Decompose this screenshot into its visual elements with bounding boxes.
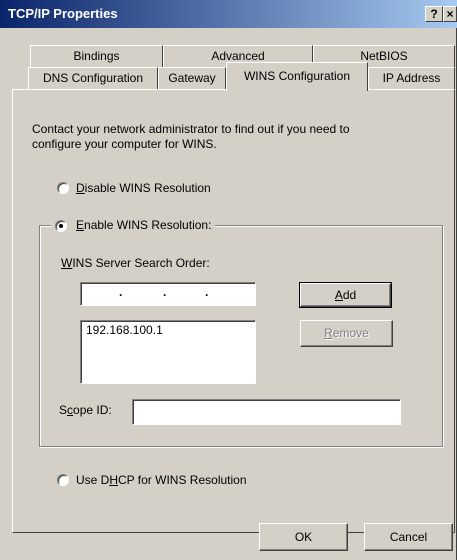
ip-dot-1: . (119, 285, 123, 299)
ip-dot-3: . (205, 285, 209, 299)
use-dhcp-mnemonic: H (109, 473, 119, 487)
enable-wins-radio-dot (59, 224, 63, 228)
enable-wins-mnemonic: E (76, 218, 85, 232)
disable-wins-mnemonic: D (76, 181, 85, 195)
tab-ip-address[interactable]: IP Address (368, 67, 455, 90)
tab-wins-configuration[interactable]: WINS Configuration (226, 62, 368, 91)
wins-server-list[interactable]: 192.168.100.1 (80, 320, 256, 384)
help-button[interactable]: ? (425, 6, 443, 22)
disable-wins-label[interactable]: Disable WINS Resolution (76, 181, 211, 195)
cancel-button[interactable]: Cancel (364, 523, 453, 551)
use-dhcp-radio[interactable] (57, 474, 69, 486)
window-title: TCP/IP Properties (8, 6, 118, 21)
scope-id-label: Scope ID: (59, 403, 112, 417)
add-mnemonic: A (334, 288, 343, 302)
wins-server-search-order-label: WINS Server Search Order: (61, 256, 210, 270)
enable-wins-caption[interactable]: Enable WINS Resolution: (51, 218, 216, 234)
disable-wins-label-text: isable WINS Resolution (84, 181, 211, 195)
scope-id-label-text: ope ID: (73, 403, 112, 417)
info-text-line1: Contact your network administrator to fi… (32, 122, 350, 136)
tcpip-properties-dialog: TCP/IP Properties ? × Bindings Advanced … (0, 0, 457, 560)
enable-wins-label[interactable]: Enable WINS Resolution: (76, 218, 211, 232)
info-text-line2: configure your computer for WINS. (32, 137, 217, 151)
enable-wins-label-text: nable WINS Resolution: (84, 218, 212, 232)
use-dhcp-prefix: Use D (76, 473, 110, 487)
add-button[interactable]: Add (299, 282, 392, 308)
tab-gateway[interactable]: Gateway (158, 67, 226, 90)
remove-button[interactable]: Remove (300, 320, 393, 347)
wins-server-ip-input[interactable]: . . . (80, 282, 256, 306)
enable-wins-radio[interactable] (55, 220, 67, 232)
title-bar[interactable]: TCP/IP Properties ? × (0, 0, 457, 28)
ok-button[interactable]: OK (259, 523, 348, 551)
disable-wins-radio[interactable] (57, 182, 69, 194)
wins-server-mnemonic: W (61, 256, 73, 270)
add-button-label: dd (342, 288, 357, 302)
tab-bindings[interactable]: Bindings (30, 45, 163, 67)
close-button[interactable]: × (443, 6, 457, 22)
scope-id-input[interactable] (132, 399, 401, 425)
wins-server-label-text: INS Server Search Order: (72, 256, 210, 270)
use-dhcp-label[interactable]: Use DHCP for WINS Resolution (76, 473, 247, 487)
ip-dot-2: . (163, 285, 167, 299)
remove-mnemonic: R (324, 326, 333, 340)
use-dhcp-label-text: CP for WINS Resolution (118, 473, 247, 487)
wins-configuration-panel: Contact your network administrator to fi… (12, 89, 455, 533)
remove-button-label: emove (332, 326, 369, 340)
tab-dns-configuration[interactable]: DNS Configuration (28, 67, 158, 90)
wins-server-list-item[interactable]: 192.168.100.1 (86, 323, 163, 337)
scope-id-prefix: S (59, 403, 68, 417)
